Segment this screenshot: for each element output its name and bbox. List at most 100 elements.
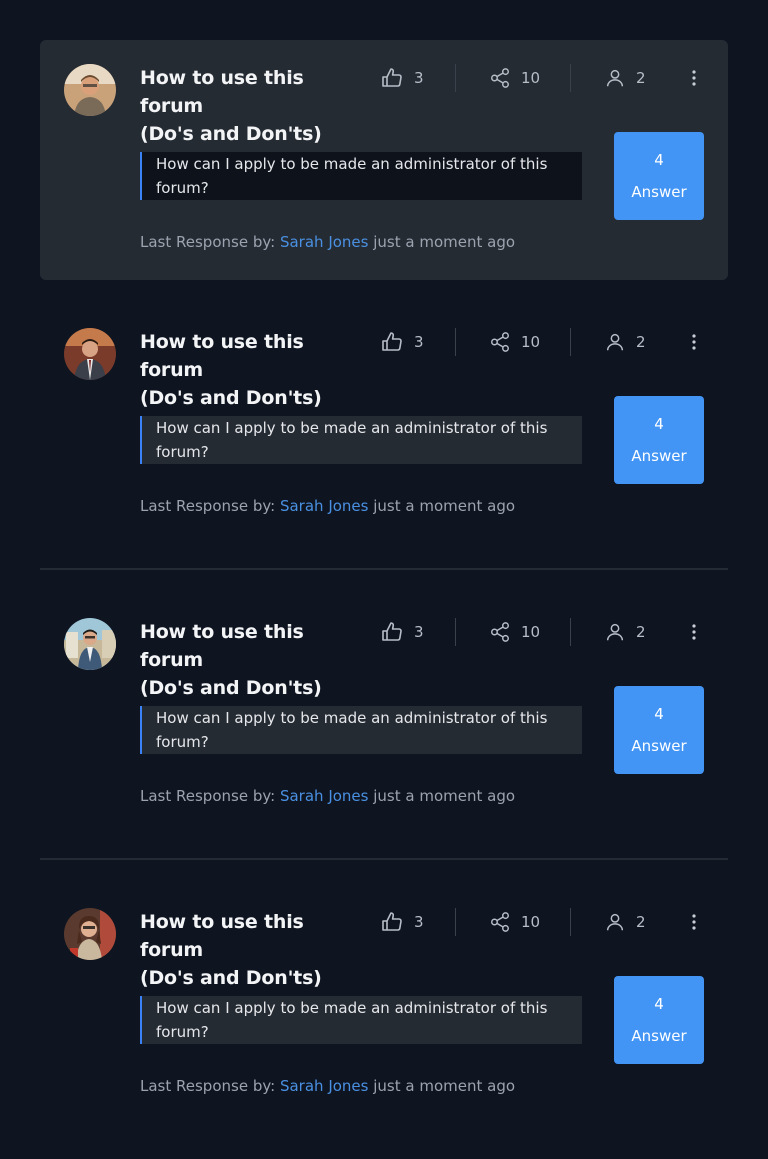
like-stat[interactable]: 3 — [380, 330, 455, 354]
thread-stats: 3 10 2 — [380, 618, 685, 646]
user-icon — [606, 913, 624, 931]
thumbs-up-icon — [382, 68, 402, 87]
thread-title[interactable]: How to use this forum (Do's and Don'ts) — [140, 618, 370, 702]
like-stat[interactable]: 3 — [380, 910, 455, 934]
answer-button[interactable]: 4 Answer — [614, 976, 704, 1064]
thread-title-line: (Do's and Don'ts) — [140, 677, 322, 699]
avatar[interactable] — [64, 64, 116, 116]
share-count: 10 — [521, 913, 541, 931]
more-vertical-icon — [692, 70, 696, 86]
thread-title-line: How to use this forum — [140, 621, 304, 671]
last-response-user-link[interactable]: Sarah Jones — [280, 233, 369, 251]
thread-card[interactable]: How to use this forum (Do's and Don'ts) … — [40, 304, 728, 544]
share-stat[interactable]: 10 — [456, 911, 570, 933]
participant-stat[interactable]: 2 — [571, 67, 685, 89]
last-response-user-link[interactable]: Sarah Jones — [280, 1077, 369, 1095]
last-response: Last Response by: Sarah Jones just a mom… — [140, 233, 515, 251]
thread-title-line: How to use this forum — [140, 331, 304, 381]
user-icon — [606, 623, 624, 641]
thread-stats: 3 10 2 — [380, 908, 685, 936]
last-response-time: just a moment ago — [373, 787, 516, 805]
answer-label: Answer — [631, 447, 687, 465]
more-vertical-icon — [692, 624, 696, 640]
share-icon — [491, 912, 509, 932]
answer-count: 4 — [654, 995, 664, 1013]
participant-count: 2 — [636, 913, 646, 931]
thread-card[interactable]: How to use this forum (Do's and Don'ts) … — [40, 594, 728, 834]
thumbs-up-icon — [382, 912, 402, 931]
answer-count: 4 — [654, 415, 664, 433]
forum-thread-list: How to use this forum (Do's and Don'ts) … — [40, 40, 728, 1124]
thread-card[interactable]: How to use this forum (Do's and Don'ts) … — [40, 884, 728, 1124]
last-response-prefix: Last Response by: — [140, 233, 276, 251]
more-options-button[interactable] — [686, 622, 702, 642]
share-stat[interactable]: 10 — [456, 621, 570, 643]
share-count: 10 — [521, 623, 541, 641]
like-count: 3 — [414, 333, 424, 351]
answer-button[interactable]: 4 Answer — [614, 396, 704, 484]
like-count: 3 — [414, 69, 424, 87]
answer-label: Answer — [631, 737, 687, 755]
thread-question[interactable]: How can I apply to be made an administra… — [140, 152, 582, 200]
avatar[interactable] — [64, 908, 116, 960]
avatar[interactable] — [64, 618, 116, 670]
last-response-prefix: Last Response by: — [140, 497, 276, 515]
thread-card[interactable]: How to use this forum (Do's and Don'ts) … — [40, 40, 728, 280]
thread-separator — [40, 858, 728, 860]
share-stat[interactable]: 10 — [456, 331, 570, 353]
thread-title-line: (Do's and Don'ts) — [140, 387, 322, 409]
answer-button[interactable]: 4 Answer — [614, 132, 704, 220]
more-options-button[interactable] — [686, 68, 702, 88]
thread-question[interactable]: How can I apply to be made an administra… — [140, 706, 582, 754]
last-response-user-link[interactable]: Sarah Jones — [280, 497, 369, 515]
thread-title[interactable]: How to use this forum (Do's and Don'ts) — [140, 328, 370, 412]
answer-label: Answer — [631, 183, 687, 201]
thread-question[interactable]: How can I apply to be made an administra… — [140, 416, 582, 464]
like-count: 3 — [414, 623, 424, 641]
like-count: 3 — [414, 913, 424, 931]
user-icon — [606, 69, 624, 87]
participant-count: 2 — [636, 623, 646, 641]
answer-button[interactable]: 4 Answer — [614, 686, 704, 774]
last-response-user-link[interactable]: Sarah Jones — [280, 787, 369, 805]
participant-stat[interactable]: 2 — [571, 621, 685, 643]
thumbs-up-icon — [382, 622, 402, 641]
more-options-button[interactable] — [686, 332, 702, 352]
thread-separator — [40, 568, 728, 570]
share-stat[interactable]: 10 — [456, 67, 570, 89]
share-icon — [491, 622, 509, 642]
answer-count: 4 — [654, 151, 664, 169]
thread-title[interactable]: How to use this forum (Do's and Don'ts) — [140, 908, 370, 992]
thumbs-up-icon — [382, 332, 402, 351]
share-icon — [491, 68, 509, 88]
share-count: 10 — [521, 333, 541, 351]
thread-question[interactable]: How can I apply to be made an administra… — [140, 996, 582, 1044]
thread-title-line: (Do's and Don'ts) — [140, 123, 322, 145]
more-vertical-icon — [692, 914, 696, 930]
thread-title-line: How to use this forum — [140, 67, 304, 117]
avatar[interactable] — [64, 328, 116, 380]
participant-stat[interactable]: 2 — [571, 331, 685, 353]
more-vertical-icon — [692, 334, 696, 350]
like-stat[interactable]: 3 — [380, 620, 455, 644]
user-icon — [606, 333, 624, 351]
answer-label: Answer — [631, 1027, 687, 1045]
last-response: Last Response by: Sarah Jones just a mom… — [140, 787, 515, 805]
thread-stats: 3 10 2 — [380, 328, 685, 356]
last-response: Last Response by: Sarah Jones just a mom… — [140, 497, 515, 515]
participant-count: 2 — [636, 333, 646, 351]
thread-title[interactable]: How to use this forum (Do's and Don'ts) — [140, 64, 370, 148]
participant-stat[interactable]: 2 — [571, 911, 685, 933]
last-response-prefix: Last Response by: — [140, 1077, 276, 1095]
share-icon — [491, 332, 509, 352]
last-response-time: just a moment ago — [373, 233, 516, 251]
last-response-time: just a moment ago — [373, 497, 516, 515]
last-response: Last Response by: Sarah Jones just a mom… — [140, 1077, 515, 1095]
answer-count: 4 — [654, 705, 664, 723]
thread-title-line: How to use this forum — [140, 911, 304, 961]
more-options-button[interactable] — [686, 912, 702, 932]
participant-count: 2 — [636, 69, 646, 87]
thread-title-line: (Do's and Don'ts) — [140, 967, 322, 989]
last-response-time: just a moment ago — [373, 1077, 516, 1095]
like-stat[interactable]: 3 — [380, 66, 455, 90]
